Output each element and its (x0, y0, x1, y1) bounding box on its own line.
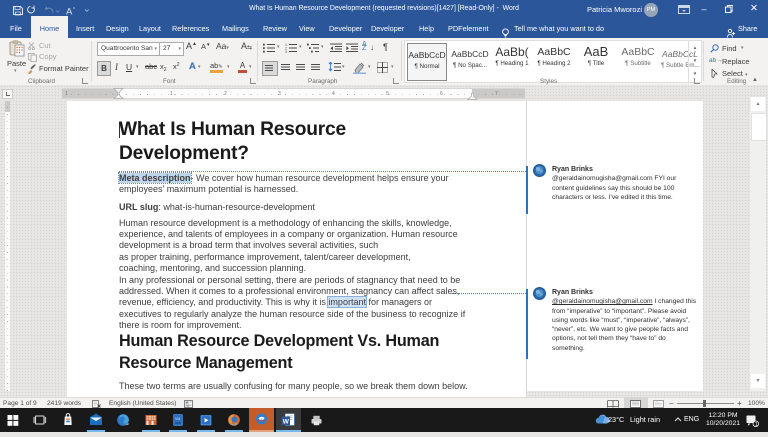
svg-text:PDF: PDF (258, 419, 265, 423)
svg-text:º: º (73, 7, 75, 13)
svg-text:3: 3 (285, 50, 287, 53)
svg-text:VM: VM (175, 417, 180, 421)
svg-text:W: W (283, 418, 290, 425)
svg-text:1: 1 (755, 422, 758, 428)
svg-text:A: A (66, 7, 73, 17)
